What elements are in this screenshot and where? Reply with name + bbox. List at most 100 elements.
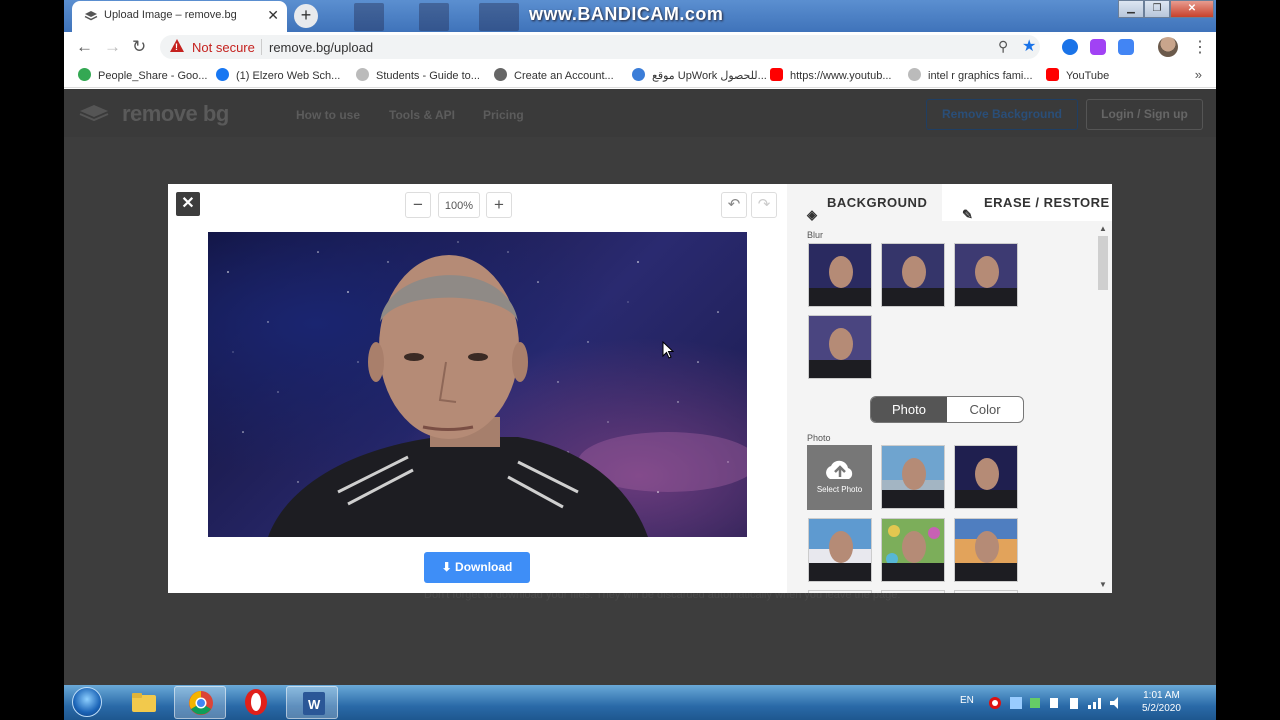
tab-close-icon[interactable]: ✕: [267, 7, 279, 24]
profile-avatar[interactable]: [1158, 37, 1178, 57]
redo-button[interactable]: ↷: [751, 192, 777, 218]
bookmark-item[interactable]: Students - Guide to...: [356, 68, 480, 82]
image-preview[interactable]: [208, 232, 747, 537]
start-button[interactable]: [72, 687, 102, 717]
opera-icon: [245, 689, 267, 715]
tabstrip-thumbnail: [419, 3, 449, 31]
photo-option-thumb[interactable]: [808, 518, 872, 582]
brush-icon: ✎: [962, 207, 974, 222]
taskbar-explorer[interactable]: [118, 686, 170, 719]
folder-icon: [132, 693, 156, 712]
blur-option-thumb[interactable]: [808, 243, 872, 307]
blur-option-thumb[interactable]: [881, 243, 945, 307]
photo-option-thumb[interactable]: [954, 590, 1018, 593]
remove-bg-logo-icon[interactable]: [78, 103, 110, 123]
remove-bg-favicon-icon: [84, 11, 98, 21]
photo-option-thumb[interactable]: [954, 445, 1018, 509]
scrollbar-thumb[interactable]: [1098, 236, 1108, 290]
nav-how-to-use[interactable]: How to use: [296, 108, 360, 122]
toggle-photo[interactable]: Photo: [871, 397, 947, 422]
drive-icon: [78, 68, 91, 81]
system-tray-icons[interactable]: [988, 695, 1128, 711]
browser-menu-icon[interactable]: ⋮: [1192, 37, 1208, 57]
language-indicator[interactable]: EN: [960, 695, 974, 706]
site-logo-text[interactable]: remove bg: [122, 101, 229, 127]
editor-modal: ✕ − 100% + ↶ ↷ ⬇ Download ◈ BACKGROUND ✎…: [168, 184, 1112, 593]
login-signup-button[interactable]: Login / Sign up: [1086, 99, 1203, 130]
remove-background-button[interactable]: Remove Background: [926, 99, 1078, 130]
bookmarks-overflow-icon[interactable]: »: [1195, 67, 1202, 82]
photo-color-toggle: Photo Color: [870, 396, 1024, 423]
bookmark-item[interactable]: People_Share - Goo...: [78, 68, 207, 82]
zoom-out-button[interactable]: −: [405, 192, 431, 218]
close-editor-button[interactable]: ✕: [176, 192, 200, 216]
scroll-up-arrow-icon[interactable]: ▲: [1099, 224, 1107, 233]
system-clock[interactable]: 1:01 AM 5/2/2020: [1142, 689, 1181, 715]
globe-icon: [494, 68, 507, 81]
bookmark-item[interactable]: موقع UpWork للحصول...: [632, 68, 767, 82]
tab-remove-bg[interactable]: Upload Image – remove.bg ✕: [72, 1, 287, 32]
new-tab-button[interactable]: +: [294, 4, 318, 28]
taskbar-opera[interactable]: [230, 686, 282, 719]
zoom-in-button[interactable]: +: [486, 192, 512, 218]
bookmark-item[interactable]: (1) Elzero Web Sch...: [216, 68, 340, 82]
youtube-icon: [1046, 68, 1059, 81]
address-bar[interactable]: ! Not secure remove.bg/upload ⚲ ★: [160, 35, 1040, 59]
toggle-color[interactable]: Color: [947, 397, 1023, 422]
select-photo-button[interactable]: Select Photo: [807, 445, 872, 510]
blur-option-thumb[interactable]: [954, 243, 1018, 307]
blur-option-thumb[interactable]: [808, 315, 872, 379]
tabstrip-thumbnail: [479, 3, 519, 31]
security-status[interactable]: Not secure: [192, 40, 255, 55]
photo-option-thumb[interactable]: [881, 518, 945, 582]
tabstrip-thumbnail: [354, 3, 384, 31]
download-button[interactable]: ⬇ Download: [424, 552, 530, 583]
bookmark-item[interactable]: YouTube: [1046, 68, 1109, 82]
video-letterbox-right: [1216, 0, 1280, 720]
extension-puzzle-icon[interactable]: [1090, 39, 1106, 55]
nav-pricing[interactable]: Pricing: [483, 108, 524, 122]
forward-icon[interactable]: →: [104, 37, 121, 57]
page-content: remove bg How to use Tools & API Pricing…: [64, 89, 1216, 685]
window-controls: ▁ ❐ ✕: [1118, 0, 1214, 18]
zoom-magnifier-icon[interactable]: ⚲: [998, 38, 1008, 55]
taskbar-chrome[interactable]: [174, 686, 226, 719]
blur-section-label: Blur: [807, 230, 824, 240]
bookmark-star-icon[interactable]: ★: [1022, 36, 1036, 56]
bookmarks-bar: People_Share - Goo... (1) Elzero Web Sch…: [64, 62, 1216, 88]
background-panel: ◈ BACKGROUND ✎ ERASE / RESTORE Blur Phot…: [787, 184, 1112, 593]
nav-tools-api[interactable]: Tools & API: [389, 108, 455, 122]
scroll-down-arrow-icon[interactable]: ▼: [1099, 580, 1107, 589]
layers-icon: ◈: [807, 207, 818, 222]
restore-button[interactable]: ❐: [1144, 0, 1170, 18]
windows-taskbar: W EN 1:01 AM 5/2/2020: [64, 685, 1216, 720]
browser-toolbar: ← → ↻ ! Not secure remove.bg/upload ⚲ ★ …: [64, 32, 1216, 62]
preview-photo: [227, 241, 747, 537]
bookmark-item[interactable]: intel r graphics fami...: [908, 68, 1033, 82]
translate-icon[interactable]: [1118, 39, 1134, 55]
close-window-button[interactable]: ✕: [1170, 0, 1214, 18]
url-text[interactable]: remove.bg/upload: [269, 40, 373, 55]
globe-icon: [632, 68, 645, 81]
tab-title: Upload Image – remove.bg: [104, 9, 237, 21]
bookmark-item[interactable]: Create an Account...: [494, 68, 614, 82]
undo-button[interactable]: ↶: [721, 192, 747, 218]
word-icon: W: [303, 692, 325, 715]
bookmark-item[interactable]: https://www.youtub...: [770, 68, 892, 82]
back-icon[interactable]: ←: [76, 37, 93, 57]
photo-option-thumb[interactable]: [808, 590, 872, 593]
photo-option-thumb[interactable]: [954, 518, 1018, 582]
facebook-icon: [216, 68, 229, 81]
extension-icon[interactable]: [1062, 39, 1078, 55]
tab-background[interactable]: ◈ BACKGROUND: [787, 184, 942, 222]
cloud-upload-icon: [825, 460, 852, 479]
reload-icon[interactable]: ↻: [132, 37, 146, 57]
bandicam-watermark: www.BANDICAM.com: [529, 4, 724, 24]
tab-erase-restore[interactable]: ✎ ERASE / RESTORE: [942, 184, 1112, 222]
minimize-button[interactable]: ▁: [1118, 0, 1144, 18]
taskbar-word[interactable]: W: [286, 686, 338, 719]
photo-option-thumb[interactable]: [881, 445, 945, 509]
youtube-icon: [770, 68, 783, 81]
browser-window: Upload Image – remove.bg ✕ + www.BANDICA…: [64, 0, 1216, 685]
photo-option-thumb[interactable]: [881, 590, 945, 593]
